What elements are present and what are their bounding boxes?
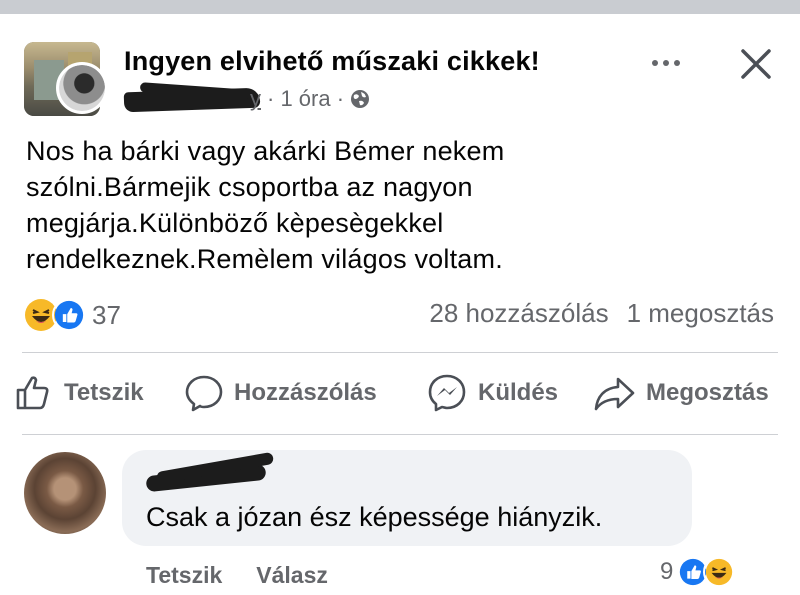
messenger-icon [428,374,466,412]
author-name-tail[interactable]: y [250,86,261,112]
share-label: Megosztás [646,379,769,406]
top-bar [0,0,800,14]
author-avatar[interactable] [56,62,108,114]
shares-count[interactable]: 1 megosztás [627,298,774,329]
comment-reactions[interactable]: 9 [660,556,736,588]
comment-button[interactable]: Hozzászólás [184,368,377,418]
comment-reaction-count: 9 [660,558,674,585]
send-button[interactable]: Küldés [426,368,558,418]
comment-like-button[interactable]: Tetszik [146,562,222,589]
post-text-line: megjárja.Különböző kèpesègekkel [26,208,444,238]
post-action-bar: Tetszik Hozzászólás Küldés Megosztás [0,368,800,418]
comment-icon [185,375,223,412]
close-icon[interactable] [738,46,774,82]
like-label: Tetszik [64,379,144,406]
divider [22,434,778,435]
more-options-icon[interactable] [646,48,686,78]
thumbs-up-icon [16,376,49,410]
author-name-redacted [123,82,264,114]
post-text-line: Nos ha bárki vagy akárki Bémer nekem [26,136,505,166]
post-text-line: szólni.Bármejik csoportba az nagyon [26,172,473,202]
post-text-line: rendelkeznek.Remèlem világos voltam. [26,244,503,274]
share-icon [594,377,635,411]
globe-icon [351,90,370,108]
post-time[interactable]: · 1 óra · [267,86,344,112]
commenter-avatar[interactable] [24,452,106,534]
reaction-count: 37 [92,299,121,330]
comment-label: Hozzászólás [234,379,377,406]
post-reactions[interactable]: 37 [24,298,121,332]
comment-actions: Tetszik Válasz [146,562,328,589]
share-button[interactable]: Megosztás [592,368,769,418]
haha-reaction-icon [703,556,736,588]
comment-text: Csak a józan ész képessége hiányzik. [146,502,603,532]
like-reaction-icon [52,298,86,332]
like-button[interactable]: Tetszik [14,368,144,418]
commenter-name-redacted[interactable] [145,451,280,494]
post-stats: 28 hozzászólás 1 megosztás [429,298,774,329]
comment-reply-button[interactable]: Válasz [256,562,328,589]
post-meta: y · 1 óra · [250,86,370,112]
group-name[interactable]: Ingyen elvihető műszaki cikkek! [124,46,540,77]
post-body: Nos ha bárki vagy akárki Bémer nekem szó… [26,133,766,277]
send-label: Küldés [478,379,559,406]
divider [22,352,778,353]
comments-count[interactable]: 28 hozzászólás [429,298,608,329]
